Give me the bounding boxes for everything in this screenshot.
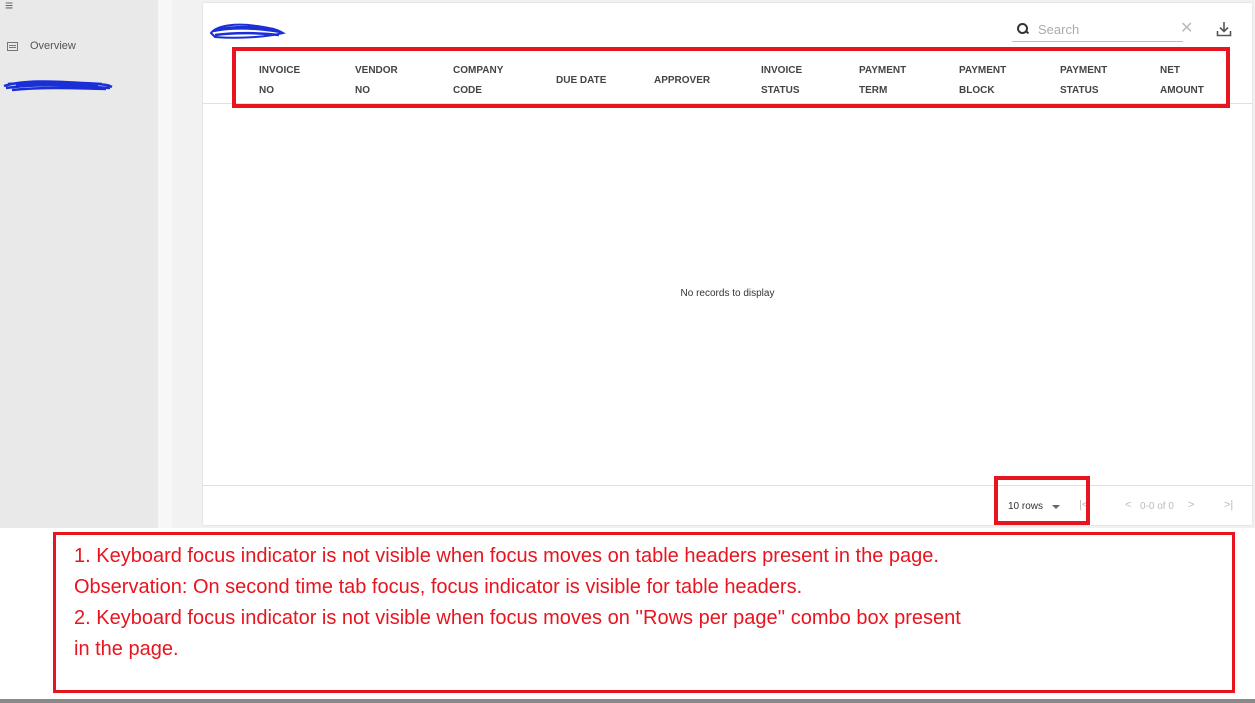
search-input[interactable] xyxy=(1036,20,1170,38)
sidebar-gutter xyxy=(158,0,172,528)
search-icon xyxy=(1016,22,1030,36)
annotation-box-rows-per-page xyxy=(994,476,1090,525)
content-background xyxy=(172,0,203,528)
table-icon xyxy=(7,41,18,51)
search-bar xyxy=(1012,17,1183,42)
empty-table-message: No records to display xyxy=(680,288,775,299)
annotation-note-2: 2. Keyboard focus indicator is not visib… xyxy=(74,607,961,629)
table-pagination: 10 rows |< < 0-0 of 0 > >| xyxy=(203,485,1252,526)
annotation-box-table-headers xyxy=(232,47,1230,108)
annotation-observation: Observation: On second time tab focus, f… xyxy=(74,576,803,598)
download-icon[interactable] xyxy=(1215,20,1233,38)
page-info: 0-0 of 0 xyxy=(1140,501,1174,512)
chevron-right-icon[interactable]: > xyxy=(1188,499,1194,511)
sidebar: ≡ Overview xyxy=(0,0,158,528)
redacted-sidebar-item-scribble[interactable] xyxy=(2,78,114,94)
redacted-title-scribble xyxy=(209,23,286,39)
annotation-notes: 1. Keyboard focus indicator is not visib… xyxy=(53,532,1235,693)
chevron-left-icon[interactable]: < xyxy=(1125,499,1131,511)
sidebar-item-overview[interactable]: Overview xyxy=(7,40,76,52)
hamburger-menu-icon[interactable]: ≡ xyxy=(5,0,13,12)
last-page-icon[interactable]: >| xyxy=(1224,499,1233,511)
annotation-note-2-cont: in the page. xyxy=(74,638,179,660)
sidebar-item-label: Overview xyxy=(30,40,76,52)
close-icon[interactable]: ✕ xyxy=(1180,20,1193,38)
annotation-note-1: 1. Keyboard focus indicator is not visib… xyxy=(74,545,939,567)
window-bottom-edge xyxy=(0,699,1255,703)
